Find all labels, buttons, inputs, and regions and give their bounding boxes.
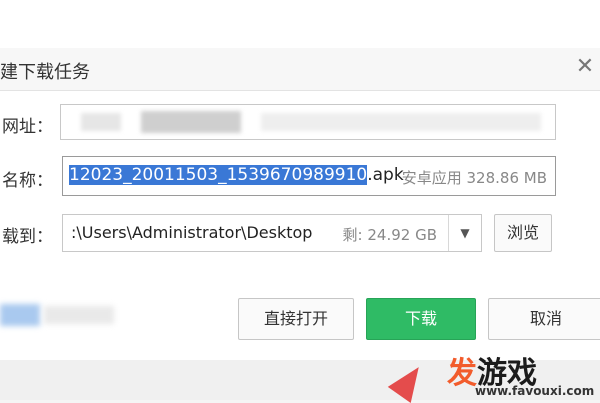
watermark-url: www.favouxi.com — [475, 384, 595, 398]
open-directly-button[interactable]: 直接打开 — [238, 298, 354, 340]
dialog-titlebar: 建下载任务 ✕ — [0, 48, 600, 91]
free-space-text: 剩: 24.92 GB — [342, 226, 437, 244]
url-label: 网址： — [2, 117, 53, 137]
redacted-area — [0, 300, 120, 330]
browse-button[interactable]: 浏览 — [494, 214, 552, 252]
watermark-logo-icon — [387, 359, 431, 403]
redacted-checkbox — [0, 304, 40, 326]
download-button[interactable]: 下载 — [366, 298, 476, 340]
redacted-text — [44, 306, 114, 324]
save-path-text: :\Users\Administrator\Desktop — [71, 223, 313, 242]
filename-input[interactable]: 12023_20011503_1539670989910.apk 安卓应用 32… — [62, 156, 556, 196]
redacted-text — [141, 111, 241, 133]
filename-text: 12023_20011503_1539670989910.apk — [69, 165, 404, 185]
filename-extension: .apk — [367, 165, 404, 185]
name-label: 名称： — [2, 171, 53, 191]
new-download-dialog: 建下载任务 ✕ 网址： 名称： 12023_20011503_153967098… — [0, 0, 600, 403]
file-type-size: 安卓应用 328.86 MB — [401, 169, 547, 187]
dialog-title: 建下载任务 — [0, 62, 90, 83]
url-input[interactable] — [60, 104, 556, 140]
save-path-input[interactable]: :\Users\Administrator\Desktop 剩: 24.92 G… — [62, 214, 482, 252]
redacted-text — [261, 113, 541, 131]
redacted-text — [81, 113, 121, 131]
chevron-down-icon[interactable]: ▼ — [448, 215, 481, 251]
filename-selected-text: 12023_20011503_1539670989910 — [69, 165, 368, 185]
site-watermark: 发游戏 www.favouxi.com — [387, 344, 595, 403]
close-icon[interactable]: ✕ — [574, 56, 596, 78]
save-to-label: 载到： — [2, 227, 53, 247]
cancel-button[interactable]: 取消 — [488, 298, 600, 340]
